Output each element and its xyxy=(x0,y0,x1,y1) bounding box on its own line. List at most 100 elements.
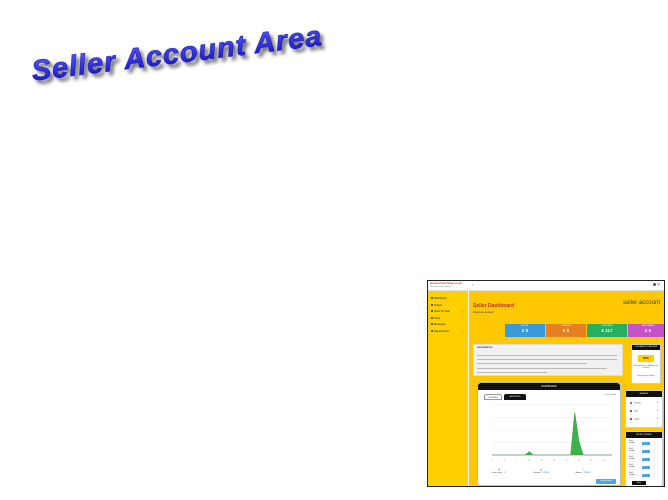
recent-order-row[interactable]: Pearl Pendant — xyxy=(629,449,661,455)
sidebar-item[interactable]: Opportunities › xyxy=(431,329,463,333)
bullet-icon xyxy=(431,303,433,306)
recent-order-name: Pearl Pendant xyxy=(629,441,635,444)
recent-order-row[interactable]: Pearl Pendant — xyxy=(629,441,661,447)
stat-card: COMPLETED £ 117 xyxy=(587,324,627,337)
balance-value: 0 xyxy=(657,402,658,404)
featured-toggle[interactable]: OFF xyxy=(638,355,654,362)
order-status-badge xyxy=(642,442,650,445)
featured-settings-link[interactable]: Change Feature Settings xyxy=(634,376,658,377)
more-button[interactable]: More xyxy=(632,481,646,485)
user-icon[interactable]: ☻˅ xyxy=(652,282,660,288)
welcome-text: Welcome Jewelry! xyxy=(473,311,494,314)
info-text-line xyxy=(477,363,587,364)
sidebar-item[interactable]: Items for Sale › xyxy=(431,310,463,313)
recent-order-row[interactable]: Pearl Pendant — xyxy=(629,465,661,471)
bullet-icon xyxy=(431,323,433,326)
sidebar-item[interactable]: Store › xyxy=(431,316,463,320)
info-text-line xyxy=(477,372,547,373)
recent-order-row[interactable]: Pearl Pendant — xyxy=(629,457,661,463)
info-text-line xyxy=(477,355,617,356)
x-tick-label: 16 xyxy=(553,460,556,462)
account-label: seller account xyxy=(622,300,660,306)
stat-card: WITHDRAWN £ 0 xyxy=(628,324,664,337)
recent-order-row[interactable]: Pearl Pendant — xyxy=(629,473,661,479)
balance-value: 0 xyxy=(657,410,658,412)
stat-value: £ 0 xyxy=(644,328,652,333)
x-tick-label: 28 xyxy=(603,460,606,462)
brand-logo: treasurecaching.co.uk xyxy=(430,281,462,285)
x-tick-label: 13 xyxy=(541,460,544,462)
stat-value: £ 0 xyxy=(562,328,570,333)
order-meta: — xyxy=(653,442,655,443)
dashboard-header: DASHBOARD xyxy=(478,383,620,390)
dashboard-stat-label: Amount xyxy=(575,472,582,474)
bullet-icon xyxy=(431,329,433,332)
recent-order-name: Pearl Pendant xyxy=(629,473,635,476)
sidebar-item-label: Items for Sale xyxy=(434,310,451,313)
back-arrow-icon[interactable]: ‹ xyxy=(472,283,473,287)
dashboard-stat-value: 17 xyxy=(504,472,507,474)
heading-svg: Seller Account Area xyxy=(30,20,325,88)
sidebar-item-label: Opportunities xyxy=(434,329,450,333)
info-text-line xyxy=(477,359,617,360)
heading-text: Seller Account Area xyxy=(30,20,324,87)
order-meta: — xyxy=(653,458,655,459)
stat-value: £ 117 xyxy=(601,328,613,333)
balance-label: Ledger xyxy=(634,418,640,421)
bullet-icon xyxy=(431,297,433,300)
date-range-select[interactable]: Last 30 days xyxy=(605,394,616,396)
x-tick-label: 19 xyxy=(565,460,568,462)
x-tick-label: 1 xyxy=(491,460,493,462)
balance-row: Pending 0 xyxy=(630,402,658,404)
manage-orders-button[interactable]: Manage orders xyxy=(596,479,616,484)
orders-chart: 1 4 7 10 13 16 19 22 25 28 xyxy=(491,404,612,462)
featured-header: YOU HAVE NO FEATURED xyxy=(632,345,660,350)
sidebar-item[interactable]: Messages xyxy=(431,323,446,326)
x-tick-label: 7 xyxy=(516,460,518,462)
order-status-badge xyxy=(642,474,650,477)
stat-card: ACTIVE £ 0 xyxy=(505,324,545,337)
dashboard-screenshot-thumbnail: treasurecaching.co.uk find, sell, trade … xyxy=(427,280,665,487)
brand-tagline: find, sell, trade treasure xyxy=(430,286,451,288)
chevron-right-icon: › xyxy=(462,316,463,320)
order-meta: — xyxy=(653,466,655,467)
bullet-icon xyxy=(431,316,433,319)
sidebar-item[interactable]: Orders xyxy=(431,304,442,307)
dashboard-stat: ∴ Amount £152.36 xyxy=(568,467,598,475)
balance-row: Sold 0 xyxy=(630,410,658,412)
dashboard-stat: ↗ Orders count 17 xyxy=(484,467,514,475)
x-tick-label: 25 xyxy=(590,460,593,462)
page-heading: Seller Account Area xyxy=(24,18,344,88)
chevron-right-icon: › xyxy=(462,310,463,313)
dashboard-stat-value: £152.36 xyxy=(542,472,550,474)
recent-order-name: Pearl Pendant xyxy=(629,465,635,468)
tab-orders[interactable]: ORDERS xyxy=(484,394,502,400)
recent-orders-header: RECENT ORDERS xyxy=(626,432,662,438)
dashboard-stat-label: Orders count xyxy=(491,472,503,474)
page-title: Seller Dashboard xyxy=(473,303,515,309)
dashboard-stat: ⚔ Purchase £152.36 xyxy=(526,467,556,475)
order-meta: — xyxy=(653,474,655,475)
tab-amounts[interactable]: AMOUNTS xyxy=(504,394,526,400)
chevron-right-icon: › xyxy=(462,329,463,333)
recent-orders-panel: RECENT ORDERS More Pearl Pendant — Pearl P… xyxy=(625,431,663,486)
x-tick-label: 10 xyxy=(528,460,531,462)
slide: Seller Account Area treasurecaching.co.u… xyxy=(0,0,668,500)
balance-label: Sold xyxy=(634,410,638,413)
bullet-icon xyxy=(630,418,632,420)
dashboard-stat-label: Purchase xyxy=(532,472,541,474)
sidebar-item[interactable]: Dashboard xyxy=(431,297,447,300)
featured-panel: YOU HAVE NO FEATURED OFF Featured items … xyxy=(631,344,661,384)
stat-card: PENDING £ 0 xyxy=(546,324,586,337)
balance-panel: BALANCE Pending 0 Sold 0 Ledger 0 xyxy=(625,390,663,428)
information-panel: INFORMATION xyxy=(473,344,623,376)
bullet-icon xyxy=(630,402,632,404)
recent-order-name: Pearl Pendant xyxy=(629,457,635,460)
order-status-badge xyxy=(642,450,650,453)
order-status-badge xyxy=(642,458,650,461)
chart-area-series xyxy=(492,412,612,456)
order-status-badge xyxy=(642,466,650,469)
stat-value: £ 0 xyxy=(521,328,529,333)
bullet-icon xyxy=(431,310,433,313)
dashboard-panel: DASHBOARD ORDERS AMOUNTS Last 30 days 1 4… xyxy=(477,382,621,486)
